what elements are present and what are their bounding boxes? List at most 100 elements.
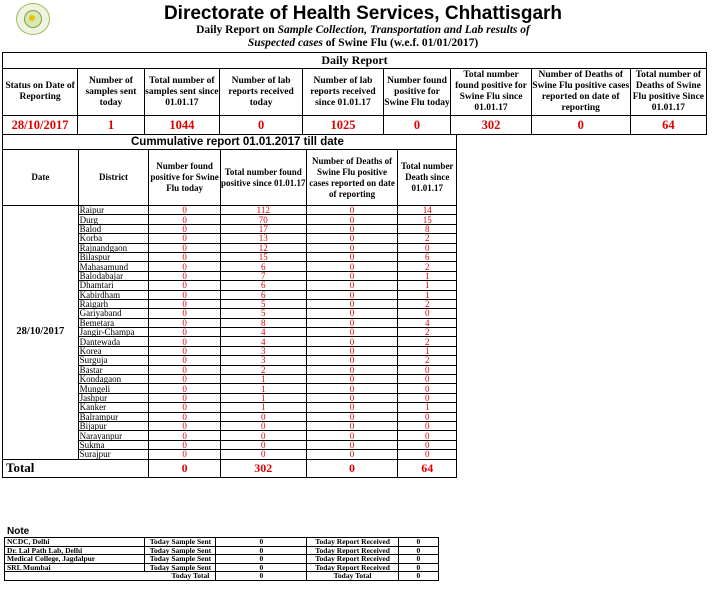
district-total: 8	[219, 317, 307, 329]
district-name: Gariyaband	[77, 308, 150, 319]
district-name: Kabirdham	[77, 289, 150, 300]
district-name: Korba	[77, 233, 150, 244]
sent-count: 0	[215, 562, 308, 572]
received-count: 0	[397, 545, 440, 555]
district-deaths-today: 0	[305, 439, 399, 451]
sent-count: 0	[215, 554, 308, 564]
district-name: Bastar	[77, 364, 150, 376]
district-name: Kanker	[77, 402, 150, 413]
daily-value: 1	[77, 115, 145, 135]
cumulative-col-header: Date	[2, 149, 79, 206]
district-name: Mahasamund	[77, 261, 150, 272]
district-today: 0	[148, 430, 221, 441]
district-deaths-total: 0	[397, 308, 457, 319]
district-today: 0	[148, 289, 221, 300]
district-total: 6	[219, 280, 307, 291]
note-total-sent: 0	[215, 571, 308, 581]
district-name: Jashpur	[77, 392, 150, 404]
daily-value: 0	[218, 115, 304, 135]
district-total: 0	[219, 411, 307, 423]
daily-report-caption: Daily Report	[2, 52, 707, 69]
sent-label: Today Sample Sent	[144, 554, 217, 564]
district-name: Surguja	[77, 355, 150, 366]
lab-note-table: NCDC, Delhi Today Sample Sent 0 Today Repor…	[3, 537, 440, 581]
district-total: 1	[219, 392, 307, 404]
lab-name: NCDC, Delhi	[3, 537, 146, 547]
district-today: 0	[148, 223, 221, 235]
district-today: 0	[148, 355, 221, 366]
lab-name: Dr. Lal Path Lab, Delhi	[3, 545, 146, 555]
district-deaths-total: 0	[397, 374, 457, 385]
district-deaths-total: 0	[397, 383, 457, 394]
district-deaths-today: 0	[305, 402, 399, 413]
district-deaths-total: 1	[397, 270, 457, 282]
district-deaths-total: 1	[397, 345, 457, 357]
daily-values-row: 28/10/2017 1 1044 0 1025 0 302 0 64	[1, 115, 708, 135]
subtitle-italic: Sample Collection, Transportation and La…	[277, 24, 530, 36]
district-deaths-today: 0	[305, 374, 399, 385]
cumulative-col-header: Number found positive for Swine Flu toda…	[148, 149, 221, 206]
district-deaths-today: 0	[305, 298, 399, 310]
district-today: 0	[148, 204, 221, 216]
district-deaths-today: 0	[305, 270, 399, 282]
cumulative-report-table: Cummulative report 01.01.2017 till date D…	[1, 134, 457, 478]
district-deaths-total: 0	[397, 411, 457, 423]
district-deaths-today: 0	[305, 214, 399, 225]
district-today: 0	[148, 383, 221, 394]
subtitle-suspected: Suspected cases	[247, 37, 323, 49]
district-total: 0	[219, 439, 307, 451]
district-deaths-total: 0	[397, 420, 457, 432]
daily-value: 0	[382, 115, 452, 135]
district-total: 0	[219, 420, 307, 432]
district-deaths-total: 2	[397, 355, 457, 366]
district-today: 0	[148, 411, 221, 423]
district-today: 0	[148, 374, 221, 385]
district-name: Balod	[77, 223, 150, 235]
district-today: 0	[148, 402, 221, 413]
daily-value: 302	[450, 115, 532, 135]
district-deaths-total: 8	[397, 223, 457, 235]
lab-name: SRL Mumbai	[3, 562, 146, 572]
district-total: 17	[219, 223, 307, 235]
sent-label: Today Sample Sent	[144, 545, 217, 555]
district-deaths-today: 0	[305, 223, 399, 235]
district-deaths-total: 2	[397, 233, 457, 244]
district-deaths-total: 2	[397, 261, 457, 272]
daily-col-header: Total number of Deaths of Swine Flu posi…	[629, 68, 708, 116]
district-total: 6	[219, 289, 307, 300]
district-deaths-total: 0	[397, 364, 457, 376]
district-name: Raipur	[77, 204, 150, 216]
district-total: 4	[219, 336, 307, 347]
district-deaths-total: 0	[397, 242, 457, 253]
daily-col-header: Number of Deaths of Swine Flu positive c…	[530, 68, 631, 116]
district-deaths-today: 0	[305, 261, 399, 272]
district-deaths-today: 0	[305, 345, 399, 357]
district-total: 5	[219, 298, 307, 310]
district-name: Sukma	[77, 439, 150, 451]
district-total: 4	[219, 327, 307, 338]
district-deaths-today: 0	[305, 392, 399, 404]
district-today: 0	[148, 251, 221, 263]
daily-value: 28/10/2017	[1, 115, 79, 135]
district-today: 0	[148, 449, 221, 460]
district-total: 1	[219, 383, 307, 394]
district-total: 1	[219, 374, 307, 385]
district-today: 0	[148, 280, 221, 291]
note-total-recv: 0	[397, 571, 440, 581]
sent-count: 0	[215, 545, 308, 555]
district-today: 0	[148, 392, 221, 404]
cumulative-caption-row: Cummulative report 01.01.2017 till date	[2, 134, 457, 150]
district-deaths-today: 0	[305, 430, 399, 441]
district-total: 7	[219, 270, 307, 282]
district-deaths-total: 0	[397, 392, 457, 404]
district-name: Bijapur	[77, 420, 150, 432]
district-total: 0	[219, 449, 307, 460]
district-deaths-today: 0	[305, 383, 399, 394]
district-name: Mungeli	[77, 383, 150, 394]
district-deaths-total: 0	[397, 430, 457, 441]
note-total-sent-label: Today Total	[3, 571, 217, 581]
cumulative-col-header: Total number found positive since 01.01.…	[219, 149, 307, 206]
daily-col-header: Number of lab reports received today	[218, 68, 304, 116]
sent-count: 0	[215, 537, 308, 547]
district-deaths-today: 0	[305, 411, 399, 423]
